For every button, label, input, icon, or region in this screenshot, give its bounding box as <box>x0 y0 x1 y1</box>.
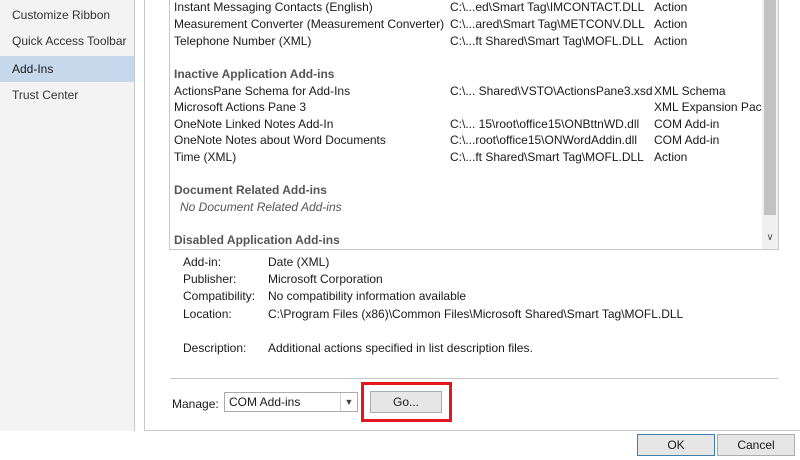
inactive-addins-header: Inactive Application Add-ins <box>174 67 335 81</box>
document-addins-header: Document Related Add-ins <box>174 183 327 197</box>
list-scrollbar[interactable]: ∨ <box>762 0 778 249</box>
detail-label: Description: <box>183 341 247 355</box>
detail-compatibility: Compatibility: No compatibility informat… <box>0 288 800 305</box>
addin-name: ActionsPane Schema for Add-Ins <box>174 84 351 98</box>
addin-type: XML Schema <box>654 84 726 98</box>
detail-value: Microsoft Corporation <box>268 272 383 286</box>
detail-value: Additional actions specified in list des… <box>268 341 533 355</box>
detail-description: Description: Additional actions specifie… <box>0 340 800 357</box>
addin-type: COM Add-in <box>654 133 720 147</box>
addin-name: Instant Messaging Contacts (English) <box>174 0 373 14</box>
detail-label: Compatibility: <box>183 289 256 303</box>
addin-name: Telephone Number (XML) <box>174 34 312 48</box>
detail-value: Date (XML) <box>268 255 330 269</box>
addin-location: C:\...ft Shared\Smart Tag\MOFL.DLL <box>450 34 644 48</box>
cancel-button[interactable]: Cancel <box>717 434 795 456</box>
detail-addin: Add-in: Date (XML) <box>0 254 800 271</box>
divider <box>170 378 778 379</box>
addin-type: Action <box>654 17 688 31</box>
addin-location: C:\...ft Shared\Smart Tag\MOFL.DLL <box>450 150 644 164</box>
addins-panel: Instant Messaging Contacts (English) C:\… <box>144 0 800 431</box>
nav-item-quick-access-toolbar[interactable]: Quick Access Toolbar <box>0 28 134 54</box>
manage-select[interactable]: COM Add-ins ▼ <box>224 392 358 412</box>
manage-label: Manage: <box>172 397 219 411</box>
go-button[interactable]: Go... <box>370 391 442 413</box>
ok-button[interactable]: OK <box>637 434 715 456</box>
manage-selected-value: COM Add-ins <box>229 395 301 409</box>
nav-item-customize-ribbon[interactable]: Customize Ribbon <box>0 2 134 28</box>
addin-type: COM Add-in <box>654 117 720 131</box>
addin-type: Action <box>654 0 688 14</box>
addin-name: Time (XML) <box>174 150 237 164</box>
document-addins-empty: No Document Related Add-ins <box>180 200 342 214</box>
scroll-thumb[interactable] <box>764 0 776 215</box>
addin-name: OneNote Notes about Word Documents <box>174 133 386 147</box>
detail-location: Location: C:\Program Files (x86)\Common … <box>0 306 800 323</box>
nav-item-trust-center[interactable]: Trust Center <box>0 82 134 108</box>
chevron-down-icon[interactable]: ▼ <box>340 393 357 411</box>
disabled-addins-header: Disabled Application Add-ins <box>174 233 340 247</box>
chevron-down-icon[interactable]: ∨ <box>765 232 775 244</box>
addin-name: Microsoft Actions Pane 3 <box>174 100 307 114</box>
addin-location: C:\...ared\Smart Tag\METCONV.DLL <box>450 17 645 31</box>
nav-item-add-ins[interactable]: Add-Ins <box>0 56 134 82</box>
addin-name: Measurement Converter (Measurement Conve… <box>174 17 445 31</box>
addin-type: XML Expansion Pack <box>654 100 768 114</box>
addin-type: Action <box>654 34 688 48</box>
detail-label: Location: <box>183 307 232 321</box>
addin-name: OneNote Linked Notes Add-In <box>174 117 334 131</box>
addin-type: Action <box>654 150 688 164</box>
detail-label: Add-in: <box>183 255 222 269</box>
detail-label: Publisher: <box>183 272 237 286</box>
detail-value: No compatibility information available <box>268 289 467 303</box>
addin-location: C:\... Shared\VSTO\ActionsPane3.xsd <box>450 84 653 98</box>
options-nav: Customize Ribbon Quick Access Toolbar Ad… <box>0 0 135 431</box>
addin-location: C:\... 15\root\office15\ONBttnWD.dll <box>450 117 640 131</box>
detail-value: C:\Program Files (x86)\Common Files\Micr… <box>268 307 684 321</box>
addins-list[interactable]: Instant Messaging Contacts (English) C:\… <box>169 0 779 250</box>
detail-publisher: Publisher: Microsoft Corporation <box>0 271 800 288</box>
addin-location: C:\...ed\Smart Tag\IMCONTACT.DLL <box>450 0 645 14</box>
addin-location: C:\...root\office15\ONWordAddin.dll <box>450 133 637 147</box>
